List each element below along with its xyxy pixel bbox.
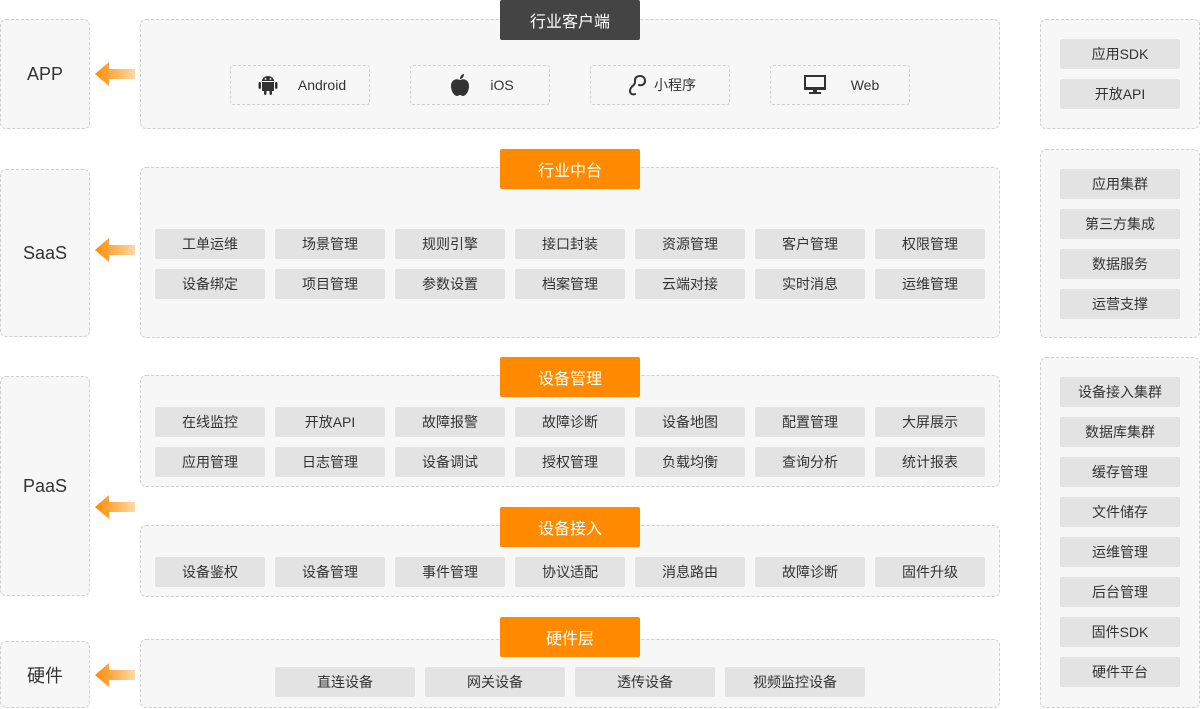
left-arrow-icon [95,495,135,519]
chip-device-access: 事件管理 [395,557,505,587]
chip-hardware: 视频监控设备 [725,667,865,697]
chip-middle-r2: 运维管理 [875,269,985,299]
right-chip: 应用集群 [1060,169,1180,199]
chip-middle-r1: 场景管理 [275,229,385,259]
section-header-device-access: 设备接入 [500,507,640,547]
section-header-middle: 行业中台 [500,149,640,189]
chip-device-mgmt-r2: 授权管理 [515,447,625,477]
chip-device-mgmt-r1: 设备地图 [635,407,745,437]
layer-label-hardware: 硬件 [0,641,90,708]
layer-label-text: 硬件 [27,665,63,686]
chip-middle-r2: 档案管理 [515,269,625,299]
client-mini-program: 小程序 [590,65,730,105]
section-header-client: 行业客户端 [500,0,640,40]
chip-middle-r2: 设备绑定 [155,269,265,299]
right-chip: 后台管理 [1060,577,1180,607]
client-web: Web [770,65,910,105]
right-chip: 数据服务 [1060,249,1180,279]
chip-device-mgmt-r1: 故障报警 [395,407,505,437]
layer-label-saas: SaaS [0,169,90,337]
section-header-hardware: 硬件层 [500,617,640,657]
monitor-icon [801,75,829,95]
client-label: 小程序 [654,77,696,93]
chip-middle-r1: 接口封装 [515,229,625,259]
chip-device-mgmt-r1: 在线监控 [155,407,265,437]
chip-device-mgmt-r1: 故障诊断 [515,407,625,437]
layer-label-text: SaaS [22,242,68,263]
chip-device-mgmt-r2: 设备调试 [395,447,505,477]
right-chip: 应用SDK [1060,39,1180,69]
chip-middle-r1: 规则引擎 [395,229,505,259]
right-chip: 缓存管理 [1060,457,1180,487]
client-ios: iOS [410,65,550,105]
chip-device-access: 消息路由 [635,557,745,587]
chip-device-mgmt-r2: 负载均衡 [635,447,745,477]
right-chip: 第三方集成 [1060,209,1180,239]
chip-device-access: 故障诊断 [755,557,865,587]
right-chip: 硬件平台 [1060,657,1180,687]
client-label: iOS [490,77,514,93]
chip-middle-r1: 资源管理 [635,229,745,259]
left-arrow-icon [95,663,135,687]
right-group-1 [1040,19,1200,129]
right-chip: 开放API [1060,79,1180,109]
client-label: Web [850,77,880,93]
chip-hardware: 直连设备 [275,667,415,697]
layer-label-paas: PaaS [0,376,90,596]
right-chip: 数据库集群 [1060,417,1180,447]
android-icon [254,74,282,96]
chip-device-mgmt-r2: 应用管理 [155,447,265,477]
apple-icon [446,73,474,97]
chip-device-access: 固件升级 [875,557,985,587]
chip-hardware: 网关设备 [425,667,565,697]
section-header-device-mgmt: 设备管理 [500,357,640,397]
chip-middle-r1: 工单运维 [155,229,265,259]
right-chip: 运维管理 [1060,537,1180,567]
chip-device-mgmt-r2: 统计报表 [875,447,985,477]
chip-hardware: 透传设备 [575,667,715,697]
chip-device-mgmt-r1: 大屏展示 [875,407,985,437]
chip-device-access: 设备管理 [275,557,385,587]
chip-middle-r1: 权限管理 [875,229,985,259]
chip-device-mgmt-r2: 日志管理 [275,447,385,477]
right-group-3 [1040,357,1200,708]
left-arrow-icon [95,238,135,262]
right-chip: 文件储存 [1060,497,1180,527]
right-chip: 设备接入集群 [1060,377,1180,407]
right-chip: 运营支撑 [1060,289,1180,319]
right-chip: 固件SDK [1060,617,1180,647]
layer-label-text: APP [26,63,64,84]
chip-middle-r2: 参数设置 [395,269,505,299]
client-label: Android [297,77,347,93]
chip-device-mgmt-r1: 配置管理 [755,407,865,437]
layer-label-text: PaaS [22,475,68,496]
client-android: Android [230,65,370,105]
chip-device-access: 设备鉴权 [155,557,265,587]
chip-device-mgmt-r1: 开放API [275,407,385,437]
chip-middle-r2: 项目管理 [275,269,385,299]
chip-device-mgmt-r2: 查询分析 [755,447,865,477]
chip-middle-r1: 客户管理 [755,229,865,259]
left-arrow-icon [95,62,135,86]
mini-program-icon [624,74,652,96]
chip-middle-r2: 实时消息 [755,269,865,299]
chip-middle-r2: 云端对接 [635,269,745,299]
chip-device-access: 协议适配 [515,557,625,587]
layer-label-app: APP [0,19,90,129]
